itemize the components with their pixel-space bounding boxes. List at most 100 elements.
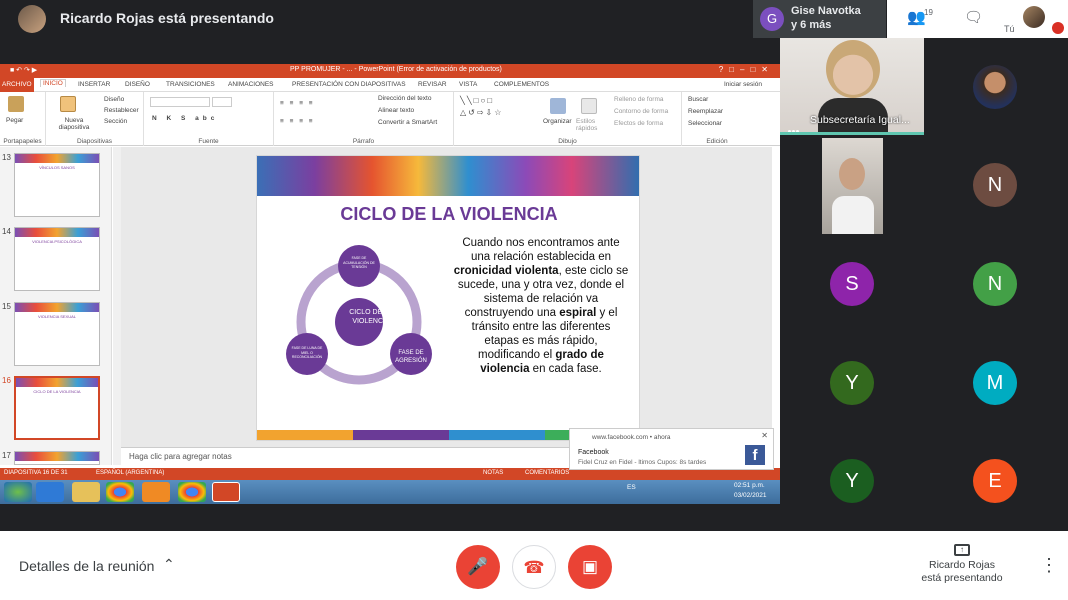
camera-off-icon[interactable]: ▣ — [568, 545, 612, 589]
participant-avatar[interactable]: N — [973, 262, 1017, 306]
login-link[interactable]: Iniciar sesión — [724, 81, 762, 88]
select-button[interactable]: Seleccionar — [688, 120, 722, 127]
slide-text-bold: cronicidad violenta — [453, 265, 559, 277]
chat-icon[interactable]: 🗨 — [964, 8, 983, 26]
tray-language[interactable]: ES — [627, 484, 636, 491]
slide-thumbnail[interactable]: VIOLENCIA SEXUAL — [14, 302, 100, 366]
slide-header-art — [257, 156, 639, 196]
new-slide-icon[interactable] — [60, 96, 76, 112]
tab-presentacion[interactable]: PRESENTACIÓN CON DIAPOSITIVAS — [292, 81, 406, 88]
dibujo-label: Dibujo — [558, 138, 577, 145]
powerpoint-icon[interactable] — [212, 482, 240, 502]
thumb-number: 14 — [2, 227, 11, 236]
font-name-input[interactable] — [150, 97, 210, 107]
tab-transiciones[interactable]: TRANSICIONES — [166, 81, 215, 88]
participant-video — [839, 158, 865, 190]
window-controls[interactable]: ?□–□✕ — [719, 65, 774, 74]
tab-inicio[interactable]: INICIO — [40, 79, 66, 87]
list-buttons[interactable]: ≡ ≡ ≡ ≡ — [280, 100, 315, 107]
facebook-notification[interactable]: ✕ www.facebook.com • ahora Facebook Fide… — [569, 428, 774, 470]
participant-avatar-photo[interactable] — [973, 65, 1017, 109]
slide-text-bold: espiral — [559, 307, 597, 319]
start-button-icon[interactable] — [4, 482, 32, 502]
quick-styles-label: Estilos rápidos — [576, 118, 598, 132]
tab-complementos[interactable]: COMPLEMENTOS — [494, 81, 549, 88]
group-portapapeles: Pegar Portapapeles — [0, 92, 46, 146]
presenting-status[interactable]: ↑ Ricardo Rojas está presentando — [920, 544, 1004, 585]
slide-body-text: Cuando nos encontramos ante una relación… — [453, 236, 629, 376]
group-avatar: G — [760, 7, 784, 31]
meeting-details-button[interactable]: Detalles de la reunión — [19, 558, 154, 574]
quick-access-icons[interactable]: ■ ↶ ↷ ▶ — [10, 66, 37, 74]
self-avatar[interactable] — [1023, 6, 1045, 28]
participant-avatar[interactable]: E — [973, 459, 1017, 503]
participants-count: 19 — [924, 8, 933, 17]
tab-revisar[interactable]: REVISAR — [418, 81, 447, 88]
notification-source: www.facebook.com • ahora — [592, 434, 671, 441]
section-button[interactable]: Sección — [104, 118, 127, 125]
find-button[interactable]: Buscar — [688, 96, 708, 103]
quick-styles-icon[interactable] — [581, 98, 597, 114]
text-direction-button[interactable]: Dirección del texto — [378, 95, 431, 102]
shapes-gallery[interactable]: ╲╲□○□ — [460, 96, 494, 105]
mic-off-icon[interactable]: 🎤 — [456, 545, 500, 589]
presenting-name: Ricardo Rojas — [929, 559, 995, 571]
tab-diseno[interactable]: DISEÑO — [125, 81, 150, 88]
thumb-title: VIOLENCIA PSICOLÓGICA — [32, 239, 82, 244]
thumb-number: 17 — [2, 451, 11, 460]
cycle-node-top-label: FASE DE ACUMULACIÓN DE TENSIÓN — [343, 256, 375, 269]
chrome-icon[interactable] — [106, 482, 134, 502]
ie-icon[interactable] — [36, 482, 64, 502]
participant-tile-video[interactable] — [822, 138, 883, 234]
new-slide-label[interactable]: Nueva diapositiva — [50, 117, 98, 131]
current-slide[interactable]: CICLO DE LA VIOLENCIA CICLO DE LA VIOLEN… — [256, 155, 640, 441]
participant-avatar[interactable]: S — [830, 262, 874, 306]
parrafo-label: Párrafo — [352, 138, 375, 145]
reset-button[interactable]: Restablecer — [104, 107, 139, 114]
slide-thumbnail[interactable]: VIOLENCIA PSICOLÓGICA — [14, 227, 100, 291]
presenter-avatar — [18, 5, 46, 33]
language-status[interactable]: ESPAÑOL (ARGENTINA) — [96, 470, 164, 476]
people-icon[interactable]: 👥 — [907, 8, 926, 26]
participant-avatar[interactable]: Y — [830, 361, 874, 405]
thumbnail-scrollbar[interactable] — [113, 147, 121, 465]
slide-thumbnail-selected[interactable]: CICLO DE LA VIOLENCIA — [14, 376, 100, 440]
notes-toggle[interactable]: NOTAS — [483, 470, 503, 476]
arrange-icon[interactable] — [550, 98, 566, 114]
chevron-up-icon[interactable]: ⌃ — [163, 556, 175, 573]
tab-archivo[interactable]: ARCHIVO — [0, 78, 34, 92]
notification-body: Fidel Cruz en Fidel - ltimos Cupos: 8s t… — [578, 459, 707, 466]
layout-button[interactable]: Diseño — [104, 96, 124, 103]
outline-button[interactable]: Contorno de forma — [614, 108, 668, 115]
explorer-icon[interactable] — [72, 482, 100, 502]
tab-insertar[interactable]: INSERTAR — [78, 81, 110, 88]
fill-button[interactable]: Relleno de forma — [614, 96, 664, 103]
participant-avatar[interactable]: Y — [830, 459, 874, 503]
effects-button[interactable]: Efectos de forma — [614, 120, 663, 127]
comments-toggle[interactable]: COMENTARIOS — [525, 470, 569, 476]
tab-vista[interactable]: VISTA — [459, 81, 477, 88]
notes-placeholder: Haga clic para agregar notas — [129, 452, 232, 461]
participant-tile-active[interactable]: Subsecretaría Igual... — [780, 38, 924, 135]
end-call-icon[interactable]: ☎ — [512, 545, 556, 589]
align-text-button[interactable]: Alinear texto — [378, 107, 414, 114]
chrome-icon[interactable] — [178, 482, 206, 502]
participant-avatar[interactable]: N — [973, 163, 1017, 207]
media-player-icon[interactable] — [142, 482, 170, 502]
font-size-input[interactable] — [212, 97, 232, 107]
slide-thumbnail[interactable]: VÍNCULOS SANOS — [14, 153, 100, 217]
shapes-gallery-row2[interactable]: △↺⇨⇩☆ — [460, 108, 503, 117]
slide-thumbnail[interactable] — [14, 451, 100, 465]
align-buttons[interactable]: ≡ ≡ ≡ ≡ — [280, 118, 315, 125]
close-icon[interactable]: ✕ — [761, 431, 768, 440]
participant-group-chip[interactable]: G Gise Navotka y 6 más — [753, 0, 886, 38]
more-vert-icon[interactable]: ⋮ — [1040, 555, 1058, 576]
replace-button[interactable]: Reemplazar — [688, 108, 723, 115]
smartart-button[interactable]: Convertir a SmartArt — [378, 119, 437, 126]
ribbon-tabs: ARCHIVO INICIO INSERTAR DISEÑO TRANSICIO… — [0, 78, 780, 92]
tab-animaciones[interactable]: ANIMACIONES — [228, 81, 274, 88]
tray-time: 02:51 p.m. — [734, 482, 765, 489]
font-format-buttons[interactable]: N K S abc — [152, 115, 218, 122]
participant-avatar[interactable]: M — [973, 361, 1017, 405]
paste-icon[interactable] — [8, 96, 24, 112]
